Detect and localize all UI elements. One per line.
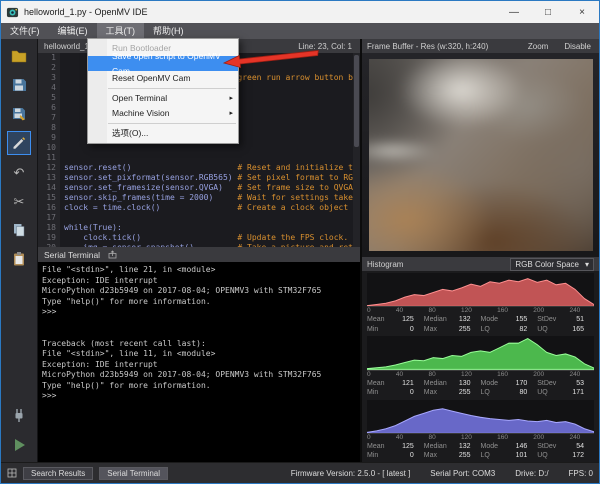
editor-scrollbar[interactable]: [353, 53, 360, 247]
open-file-icon[interactable]: [8, 45, 30, 67]
drive: Drive: D:/: [515, 469, 548, 478]
undo-icon[interactable]: ↶: [8, 161, 30, 183]
scrollbar-thumb[interactable]: [354, 55, 359, 147]
left-toolbar: ↶ ✂: [1, 39, 38, 462]
terminal-output: File "<stdin>", line 21, in <module>Exce…: [42, 265, 356, 402]
app-icon: [6, 6, 19, 19]
save-as-icon[interactable]: [8, 103, 30, 125]
tab-serial-terminal[interactable]: Serial Terminal: [99, 467, 168, 480]
code-line-10[interactable]: 10: [38, 143, 360, 153]
terminal-line: Exception: IDE interrupt: [42, 360, 356, 371]
serial-port: Serial Port: COM3: [430, 469, 495, 478]
title-bar: helloworld_1.py - OpenMV IDE — □ ×: [1, 1, 599, 23]
window-title: helloworld_1.py - OpenMV IDE: [24, 7, 497, 17]
menu-item-machine-vision[interactable]: Machine Vision▸: [88, 106, 238, 121]
menu-item-options[interactable]: 选项(O)...: [88, 126, 238, 141]
frame-buffer-image: [369, 59, 593, 251]
histogram-header: Histogram RGB Color Space ▾: [362, 257, 599, 271]
status-bar: Search Results Serial Terminal Firmware …: [1, 462, 599, 483]
edit-icon[interactable]: [8, 132, 30, 154]
menu-tools[interactable]: 工具(T): [97, 23, 145, 39]
colorspace-dropdown[interactable]: RGB Color Space ▾: [510, 258, 594, 271]
terminal-line: Type "help()" for more information.: [42, 297, 356, 308]
terminal-line: Type "help()" for more information.: [42, 381, 356, 392]
histograms: 04080120160200240Mean125Median132Mode155…: [362, 271, 599, 462]
terminal-line: >>>: [42, 307, 356, 318]
disable-button[interactable]: Disable: [561, 42, 594, 51]
menu-item-open-terminal[interactable]: Open Terminal▸: [88, 91, 238, 106]
terminal-line: Exception: IDE interrupt: [42, 276, 356, 287]
code-line-16[interactable]: 16clock = time.clock() # Create a clock …: [38, 203, 360, 213]
openmv-ide-window: helloworld_1.py - OpenMV IDE — □ × 文件(F)…: [0, 0, 600, 484]
terminal-line: MicroPython d23b5949 on 2017-08-04; OPEN…: [42, 370, 356, 381]
submenu-arrow-icon: ▸: [229, 91, 233, 106]
code-line-11[interactable]: 11: [38, 153, 360, 163]
cut-icon[interactable]: ✂: [8, 190, 30, 212]
menu-item-reset-cam[interactable]: Reset OpenMV Cam: [88, 71, 238, 86]
terminal-line: [42, 318, 356, 329]
menu-separator: [108, 88, 236, 89]
histogram-blue: 04080120160200240Mean125Median132Mode146…: [367, 400, 594, 461]
code-line-20[interactable]: 20 img = sensor.snapshot() # Take a pict…: [38, 243, 360, 247]
frame-buffer-header: Frame Buffer - Res (w:320, h:240) Zoom D…: [362, 39, 599, 53]
terminal-line: MicroPython d23b5949 on 2017-08-04; OPEN…: [42, 286, 356, 297]
code-line-12[interactable]: 12sensor.reset() # Reset and initialize …: [38, 163, 360, 173]
tools-menu-popup: Run Bootloader Save open script to OpenM…: [87, 38, 239, 144]
start-icon[interactable]: [8, 434, 30, 456]
histogram-green: 04080120160200240Mean121Median130Mode170…: [367, 336, 594, 397]
popout-icon[interactable]: [108, 250, 117, 259]
code-line-13[interactable]: 13sensor.set_pixformat(sensor.RGB565) # …: [38, 173, 360, 183]
minimize-button[interactable]: —: [497, 1, 531, 23]
code-line-18[interactable]: 18while(True):: [38, 223, 360, 233]
firmware-version: Firmware Version: 2.5.0 - [ latest ]: [291, 469, 411, 478]
code-line-17[interactable]: 17: [38, 213, 360, 223]
serial-terminal-header: Serial Terminal: [38, 247, 360, 262]
code-line-14[interactable]: 14sensor.set_framesize(sensor.QVGA) # Se…: [38, 183, 360, 193]
connect-icon[interactable]: [8, 404, 30, 426]
terminal-line: [42, 328, 356, 339]
frame-buffer: [362, 53, 599, 257]
menu-help[interactable]: 帮助(H): [144, 23, 193, 39]
code-line-19[interactable]: 19 clock.tick() # Update the FPS clock.: [38, 233, 360, 243]
serial-terminal-title: Serial Terminal: [44, 250, 100, 260]
tab-search-results[interactable]: Search Results: [23, 467, 93, 480]
close-button[interactable]: ×: [565, 1, 599, 23]
code-line-15[interactable]: 15sensor.skip_frames(time = 2000) # Wait…: [38, 193, 360, 203]
panel-layout-icon[interactable]: [7, 468, 17, 478]
menubar: 文件(F)编辑(E)工具(T)帮助(H): [1, 23, 599, 39]
menu-item-save-script-to-cam[interactable]: Save open script to OpenMV Cam: [88, 56, 238, 71]
paste-icon[interactable]: [8, 248, 30, 270]
terminal-line: File "<stdin>", line 11, in <module>: [42, 349, 356, 360]
terminal-line: File "<stdin>", line 21, in <module>: [42, 265, 356, 276]
right-pane: Frame Buffer - Res (w:320, h:240) Zoom D…: [362, 39, 599, 462]
save-file-icon[interactable]: [8, 74, 30, 96]
menu-file[interactable]: 文件(F): [1, 23, 49, 39]
menu-edit[interactable]: 编辑(E): [49, 23, 97, 39]
copy-icon[interactable]: [8, 219, 30, 241]
terminal-line: >>>: [42, 391, 356, 402]
cursor-position: Line: 23, Col: 1: [298, 42, 352, 51]
histogram-title: Histogram: [367, 260, 403, 269]
maximize-button[interactable]: □: [531, 1, 565, 23]
submenu-arrow-icon: ▸: [229, 106, 233, 121]
histogram-red: 04080120160200240Mean125Median132Mode155…: [367, 273, 594, 334]
colorspace-value: RGB Color Space: [515, 259, 579, 270]
frame-buffer-title: Frame Buffer - Res (w:320, h:240): [367, 42, 488, 51]
terminal-line: Traceback (most recent call last):: [42, 339, 356, 350]
chevron-down-icon: ▾: [585, 259, 589, 270]
menu-separator: [108, 123, 236, 124]
zoom-button[interactable]: Zoom: [525, 42, 551, 51]
serial-terminal[interactable]: File "<stdin>", line 21, in <module>Exce…: [38, 262, 360, 462]
fps: FPS: 0: [569, 469, 593, 478]
